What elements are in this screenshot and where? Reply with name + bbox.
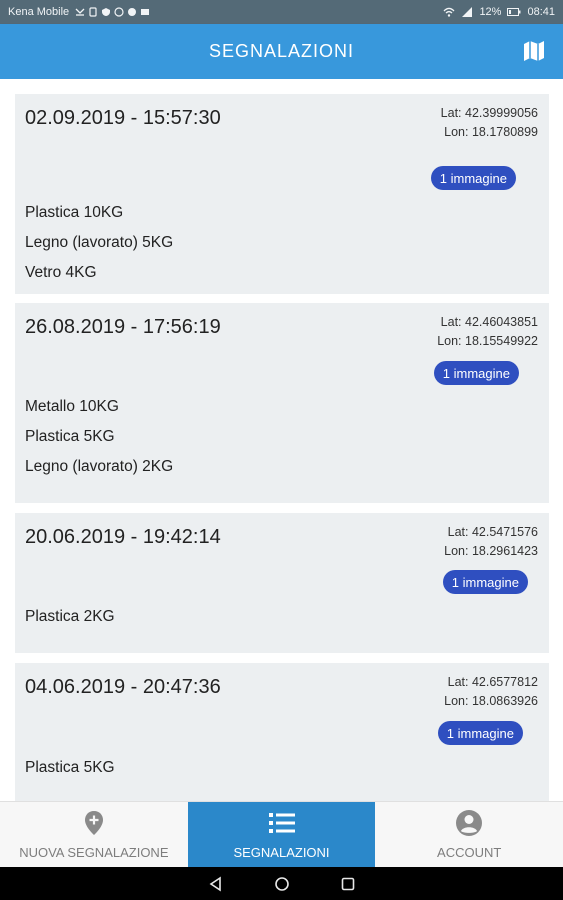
report-latitude: Lat: 42.6577812 <box>447 675 538 689</box>
report-coordinates: Lat: 42.46043851 Lon: 18.15549922 <box>437 313 538 351</box>
report-card[interactable]: 20.06.2019 - 19:42:14 Lat: 42.5471576 Lo… <box>15 513 549 653</box>
shield-icon <box>102 8 111 16</box>
tab-label: SEGNALAZIONI <box>233 845 330 860</box>
image-count-badge[interactable]: 1 immagine <box>430 166 516 190</box>
list-item: Plastica 10KG <box>25 204 124 221</box>
tab-label: NUOVA SEGNALAZIONE <box>19 845 169 860</box>
missed-call-icon <box>75 8 85 16</box>
report-items: Plastica 10KG Legno (lavorato) 5KG Vetro… <box>25 198 173 288</box>
list-item: Legno (lavorato) 5KG <box>25 234 174 251</box>
report-longitude: Lon: 18.0863926 <box>444 694 538 708</box>
battery-icon <box>507 8 521 16</box>
report-longitude: Lon: 18.2961423 <box>444 544 538 558</box>
list-icon <box>268 813 295 833</box>
report-items: Metallo 10KG Plastica 5KG Legno (lavorat… <box>25 392 173 482</box>
tab-account[interactable]: ACCOUNT <box>375 802 563 867</box>
list-item: Metallo 10KG <box>25 398 119 415</box>
image-count-badge[interactable]: 1 immagine <box>437 721 523 745</box>
image-count-badge[interactable]: 1 immagine <box>442 570 528 594</box>
signal-icon <box>462 7 473 17</box>
list-item: Plastica 5KG <box>25 428 115 445</box>
add-location-icon <box>84 811 103 835</box>
report-coordinates: Lat: 42.39999056 Lon: 18.1780899 <box>441 104 538 142</box>
report-date: 04.06.2019 - 20:47:36 <box>25 676 221 698</box>
image-count-badge[interactable]: 1 immagine <box>433 361 519 385</box>
account-icon <box>456 810 483 836</box>
sim-icon <box>89 7 97 17</box>
clock: 08:41 <box>527 6 555 18</box>
report-longitude: Lon: 18.1780899 <box>444 125 538 139</box>
page-title: SEGNALAZIONI <box>208 41 355 61</box>
report-latitude: Lat: 42.46043851 <box>440 315 538 329</box>
report-card[interactable]: 04.06.2019 - 20:47:36 Lat: 42.6577812 Lo… <box>15 663 549 801</box>
app-bar: SEGNALAZIONI <box>0 24 563 79</box>
report-latitude: Lat: 42.39999056 <box>440 106 538 120</box>
status-bar: Kena Mobile 12% 08:41 <box>0 0 563 24</box>
report-card[interactable]: 02.09.2019 - 15:57:30 Lat: 42.39999056 L… <box>15 94 549 294</box>
report-card[interactable]: 26.08.2019 - 17:56:19 Lat: 42.46043851 L… <box>15 303 549 503</box>
report-latitude: Lat: 42.5471576 <box>447 525 538 539</box>
list-item: Vetro 4KG <box>25 264 97 281</box>
tab-nuova-segnalazione[interactable]: NUOVA SEGNALAZIONE <box>0 802 188 867</box>
list-item: Plastica 2KG <box>25 608 115 625</box>
report-items: Plastica 5KG <box>25 753 115 783</box>
report-list[interactable]: 02.09.2019 - 15:57:30 Lat: 42.39999056 L… <box>0 79 563 801</box>
report-date: 02.09.2019 - 15:57:30 <box>25 107 221 129</box>
report-coordinates: Lat: 42.6577812 Lon: 18.0863926 <box>444 673 538 711</box>
battery-level: 12% <box>479 6 502 18</box>
carrier-label: Kena Mobile <box>8 6 70 18</box>
report-date: 20.06.2019 - 19:42:14 <box>25 526 221 548</box>
system-navigation-bar <box>0 867 563 900</box>
report-items: Plastica 2KG <box>25 602 115 632</box>
mail-icon <box>141 9 150 15</box>
bottom-navigation: NUOVA SEGNALAZIONE SEGNALAZIONI ACCOUNT <box>0 801 563 867</box>
report-longitude: Lon: 18.15549922 <box>437 334 538 348</box>
tab-label: ACCOUNT <box>437 845 502 860</box>
home-icon[interactable] <box>274 876 290 892</box>
tab-segnalazioni[interactable]: SEGNALAZIONI <box>187 802 376 867</box>
map-button[interactable] <box>521 38 547 64</box>
list-item: Legno (lavorato) 2KG <box>25 458 174 475</box>
map-icon <box>524 41 544 61</box>
back-icon[interactable] <box>208 876 224 892</box>
report-coordinates: Lat: 42.5471576 Lon: 18.2961423 <box>444 523 538 561</box>
report-date: 26.08.2019 - 17:56:19 <box>25 316 221 338</box>
list-item: Plastica 5KG <box>25 759 115 776</box>
wifi-icon <box>443 7 455 17</box>
skype-icon <box>128 8 137 16</box>
recents-icon[interactable] <box>340 876 356 892</box>
whatsapp-icon <box>114 7 124 17</box>
